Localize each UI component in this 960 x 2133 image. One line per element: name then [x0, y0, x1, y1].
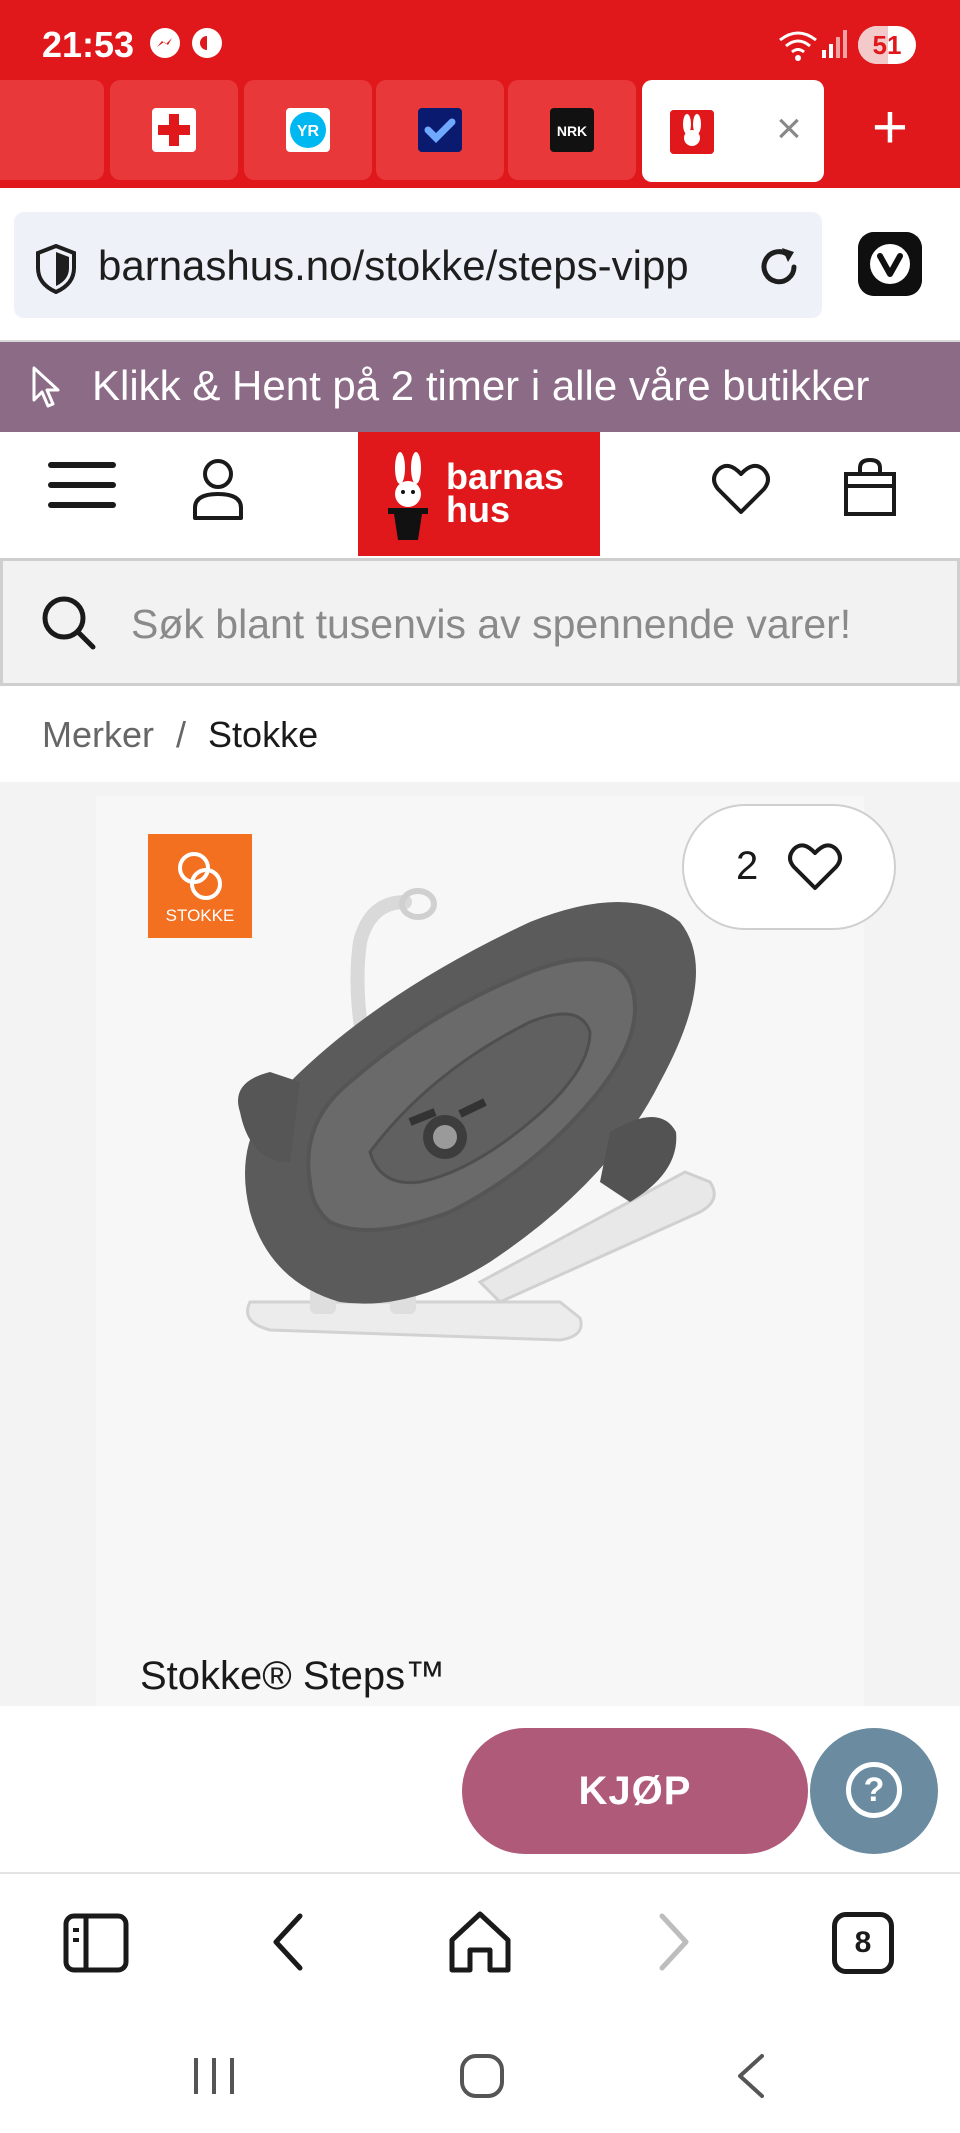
- account-icon[interactable]: [190, 456, 246, 522]
- bunny-logo-icon: [388, 452, 428, 540]
- barnashus-favicon: [670, 110, 714, 154]
- signal-icon: [822, 30, 847, 58]
- site-header: barnas hus: [0, 432, 960, 556]
- browser-toolbar: 8: [0, 1876, 960, 2010]
- site-search[interactable]: Søk blant tusenvis av spennende varer!: [0, 558, 960, 686]
- new-tab-button[interactable]: +: [862, 97, 918, 159]
- promo-banner[interactable]: Klikk & Hent på 2 timer i alle våre buti…: [0, 342, 960, 432]
- recent-apps-icon[interactable]: [184, 2046, 244, 2106]
- breadcrumb-separator: /: [176, 714, 187, 755]
- sync-icon: [192, 28, 222, 58]
- buy-button[interactable]: KJØP: [462, 1728, 808, 1854]
- url-field[interactable]: barnashus.no/stokke/steps-vipp: [14, 212, 822, 318]
- menu-icon-bar: [48, 482, 116, 488]
- back-nav-icon[interactable]: [722, 2046, 782, 2106]
- heart-icon: [788, 843, 842, 890]
- tab-red-cross[interactable]: [110, 80, 238, 180]
- home-icon[interactable]: [444, 1906, 516, 1978]
- help-button[interactable]: ?: [810, 1728, 938, 1854]
- product-title: Stokke® Steps™: [140, 1654, 446, 1698]
- forward-icon[interactable]: [636, 1906, 708, 1978]
- url-text[interactable]: barnashus.no/stokke/steps-vipp: [98, 242, 689, 290]
- tab-offscreen[interactable]: [0, 80, 104, 180]
- system-nav-bar: [0, 2010, 960, 2133]
- panel-icon[interactable]: [60, 1906, 132, 1978]
- search-input[interactable]: Søk blant tusenvis av spennende varer!: [131, 601, 851, 648]
- product-gallery: STOKKE 2 Stokke® Steps™: [0, 782, 960, 1706]
- close-tab-icon[interactable]: ×: [764, 104, 814, 154]
- status-bar: 21:53 51: [0, 0, 960, 80]
- back-icon[interactable]: [254, 1906, 326, 1978]
- menu-icon-bar: [48, 502, 116, 508]
- logo-line-2: hus: [446, 489, 511, 530]
- battery-indicator: 51: [858, 26, 916, 64]
- blue-favicon: [418, 108, 462, 152]
- buy-bar: KJØP ?: [0, 1706, 960, 1874]
- reload-icon[interactable]: [754, 242, 804, 292]
- red-cross-favicon: [152, 108, 196, 152]
- product-image[interactable]: [230, 882, 750, 1382]
- wifi-icon: [779, 31, 817, 61]
- promo-text: Klikk & Hent på 2 timer i alle våre buti…: [92, 362, 870, 409]
- vivaldi-menu-icon[interactable]: [858, 232, 922, 296]
- menu-button[interactable]: [48, 462, 116, 522]
- site-logo[interactable]: barnas hus: [358, 432, 600, 556]
- cursor-icon: [32, 366, 60, 408]
- tab-blue-site[interactable]: [376, 80, 504, 180]
- breadcrumb-current[interactable]: Stokke: [208, 714, 318, 755]
- yr-favicon: YR: [286, 108, 330, 152]
- svg-text:YR: YR: [297, 123, 320, 140]
- wishlist-heart-icon[interactable]: [710, 460, 772, 518]
- breadcrumb: Merker / Stokke: [42, 714, 318, 756]
- shopping-bag-icon[interactable]: [842, 456, 898, 518]
- tab-yr[interactable]: YR: [244, 80, 372, 180]
- battery-level: 51: [872, 30, 902, 60]
- search-icon[interactable]: [39, 593, 99, 653]
- browser-top-area: 21:53 51 YR NRK × +: [0, 0, 960, 188]
- tab-nrk[interactable]: NRK: [508, 80, 636, 180]
- page: 21:53 51 YR NRK × + barnashus.no/stokke/…: [0, 0, 960, 2133]
- clock: 21:53: [42, 24, 135, 65]
- menu-icon-bar: [48, 462, 116, 468]
- tab-switcher-button[interactable]: 8: [832, 1912, 894, 1974]
- address-bar: barnashus.no/stokke/steps-vipp: [0, 188, 960, 342]
- logo-text: barnas hus: [446, 459, 564, 530]
- help-question-icon: ?: [846, 1762, 902, 1818]
- home-nav-icon[interactable]: [452, 2046, 512, 2106]
- tab-barnashus-active[interactable]: ×: [642, 80, 824, 182]
- messenger-icon: [150, 28, 180, 58]
- breadcrumb-link-merker[interactable]: Merker: [42, 714, 154, 755]
- shield-icon[interactable]: [34, 244, 78, 294]
- nrk-favicon: NRK: [550, 108, 594, 152]
- svg-text:NRK: NRK: [557, 123, 587, 139]
